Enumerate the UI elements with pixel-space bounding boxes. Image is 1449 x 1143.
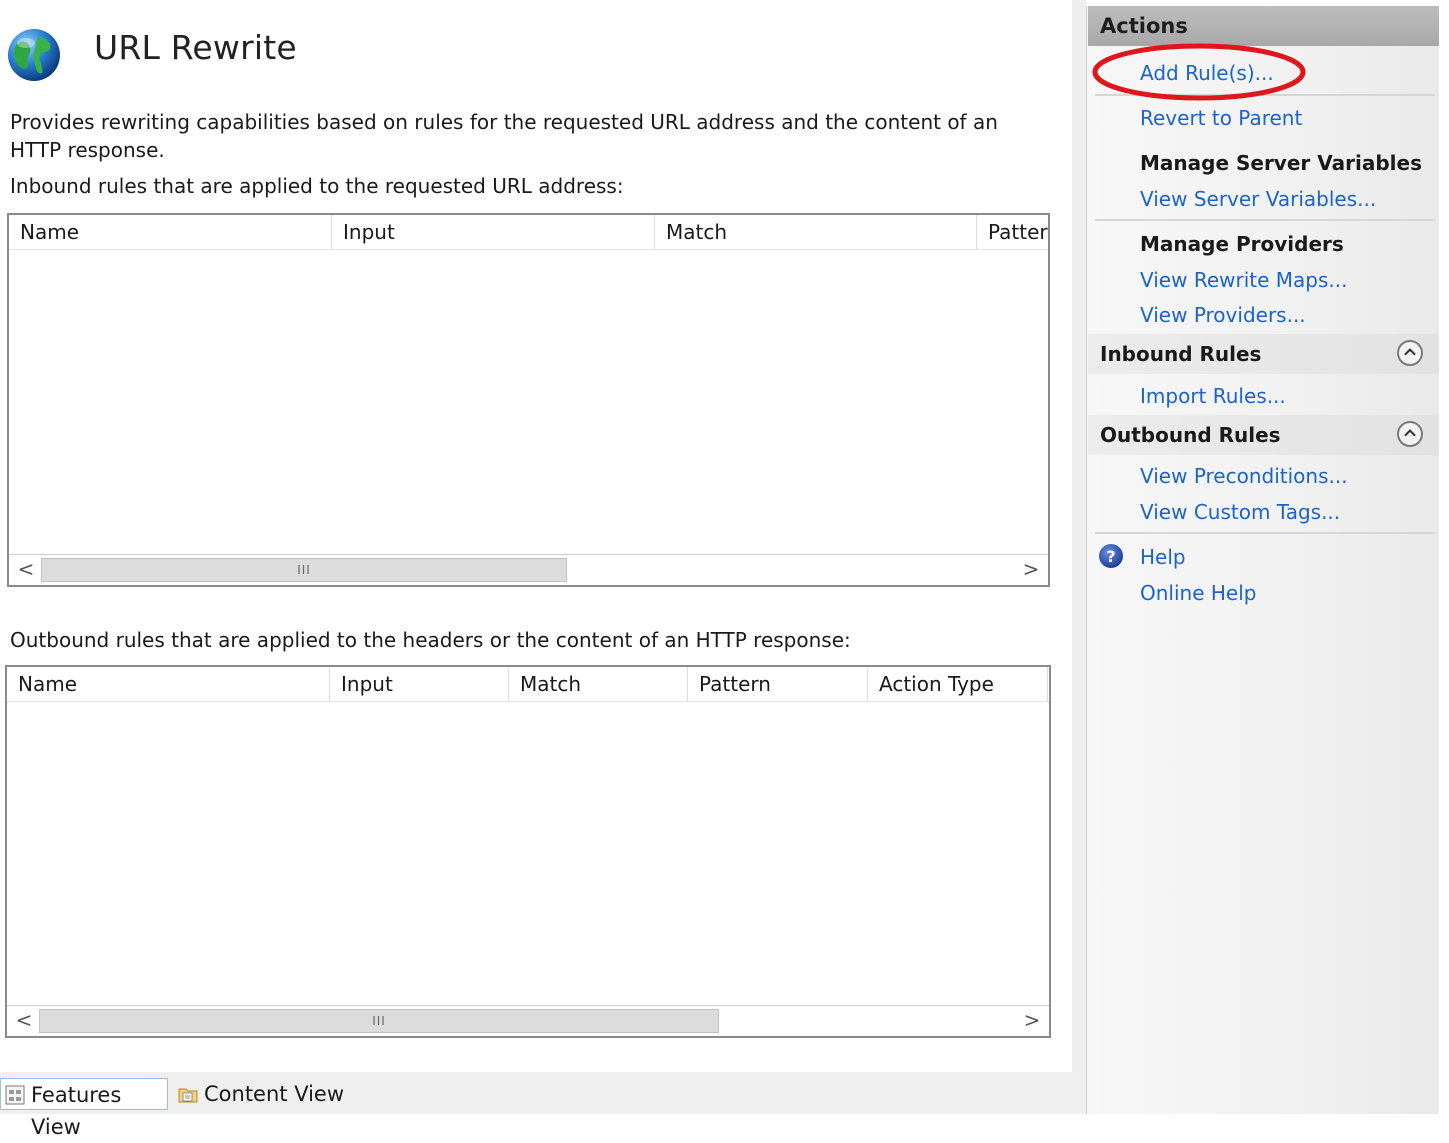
outbound-rules-caption: Outbound rules that are applied to the h…	[10, 628, 851, 652]
main-pane: URL Rewrite Provides rewriting capabilit…	[0, 0, 1074, 1070]
column-header-input[interactable]: Input	[332, 215, 655, 249]
online-help-link[interactable]: Online Help	[1140, 581, 1256, 605]
page-description: Provides rewriting capabilities based on…	[10, 110, 998, 162]
scroll-left-arrow-icon[interactable]: <	[11, 555, 41, 585]
inbound-rules-list[interactable]: Name Input Match Pattern < III >	[7, 213, 1050, 587]
outbound-rules-list[interactable]: Name Input Match Pattern Action Type < I…	[5, 665, 1051, 1038]
scroll-right-arrow-icon[interactable]: >	[1016, 555, 1046, 585]
pane-splitter[interactable]	[1072, 0, 1086, 1114]
outbound-horizontal-scrollbar[interactable]: < III >	[7, 1005, 1049, 1036]
actions-header: Actions	[1088, 6, 1439, 46]
help-link[interactable]: Help	[1140, 545, 1186, 569]
scroll-left-arrow-icon[interactable]: <	[9, 1006, 39, 1036]
inbound-rules-section-title: Inbound Rules	[1100, 342, 1262, 366]
content-view-label: Content View	[204, 1082, 345, 1106]
column-header-action-type[interactable]: Action Type	[868, 667, 1048, 701]
content-view-icon	[178, 1088, 198, 1103]
column-header-name[interactable]: Name	[7, 667, 330, 701]
inbound-list-header: Name Input Match Pattern	[9, 215, 1048, 250]
column-header-match[interactable]: Match	[509, 667, 688, 701]
inbound-rules-section[interactable]: Inbound Rules	[1088, 334, 1439, 374]
content-view-tab[interactable]: Content View	[174, 1078, 364, 1110]
actions-pane: Actions Add Rule(s)... Revert to Parent …	[1086, 6, 1439, 1114]
outbound-rules-section[interactable]: Outbound Rules	[1088, 415, 1439, 455]
column-header-input[interactable]: Input	[330, 667, 509, 701]
separator	[1095, 219, 1435, 221]
chevron-up-icon[interactable]	[1397, 421, 1423, 447]
outbound-rules-section-title: Outbound Rules	[1100, 423, 1281, 447]
features-view-icon	[5, 1085, 25, 1105]
globe-icon	[8, 29, 60, 81]
column-header-pattern[interactable]: Pattern	[977, 215, 1048, 249]
import-rules-link[interactable]: Import Rules...	[1140, 384, 1286, 408]
svg-text:?: ?	[1106, 547, 1115, 566]
revert-to-parent-link[interactable]: Revert to Parent	[1140, 106, 1302, 130]
column-header-pattern[interactable]: Pattern	[688, 667, 868, 701]
separator	[1095, 532, 1435, 534]
view-custom-tags-link[interactable]: View Custom Tags...	[1140, 500, 1340, 524]
outbound-list-header: Name Input Match Pattern Action Type	[7, 667, 1049, 702]
column-header-name[interactable]: Name	[9, 215, 332, 249]
view-providers-link[interactable]: View Providers...	[1140, 303, 1306, 327]
view-server-variables-link[interactable]: View Server Variables...	[1140, 187, 1376, 211]
view-preconditions-link[interactable]: View Preconditions...	[1140, 464, 1348, 488]
column-header-match[interactable]: Match	[655, 215, 977, 249]
features-view-label: Features View	[31, 1083, 122, 1139]
separator	[1095, 94, 1435, 96]
scroll-right-arrow-icon[interactable]: >	[1017, 1006, 1047, 1036]
manage-server-variables-heading: Manage Server Variables	[1140, 151, 1422, 175]
inbound-rules-caption: Inbound rules that are applied to the re…	[10, 174, 624, 198]
view-switcher: Features View Content View	[0, 1072, 1086, 1139]
manage-providers-heading: Manage Providers	[1140, 232, 1344, 256]
inbound-horizontal-scrollbar[interactable]: < III >	[9, 554, 1048, 585]
page-title: URL Rewrite	[94, 28, 297, 67]
chevron-up-icon[interactable]	[1397, 340, 1423, 366]
features-view-tab[interactable]: Features View	[0, 1078, 168, 1139]
add-rules-link[interactable]: Add Rule(s)...	[1140, 61, 1274, 85]
help-icon: ?	[1099, 544, 1123, 568]
view-rewrite-maps-link[interactable]: View Rewrite Maps...	[1140, 268, 1347, 292]
scrollbar-thumb[interactable]: III	[39, 1009, 719, 1033]
scrollbar-thumb[interactable]: III	[41, 558, 567, 582]
